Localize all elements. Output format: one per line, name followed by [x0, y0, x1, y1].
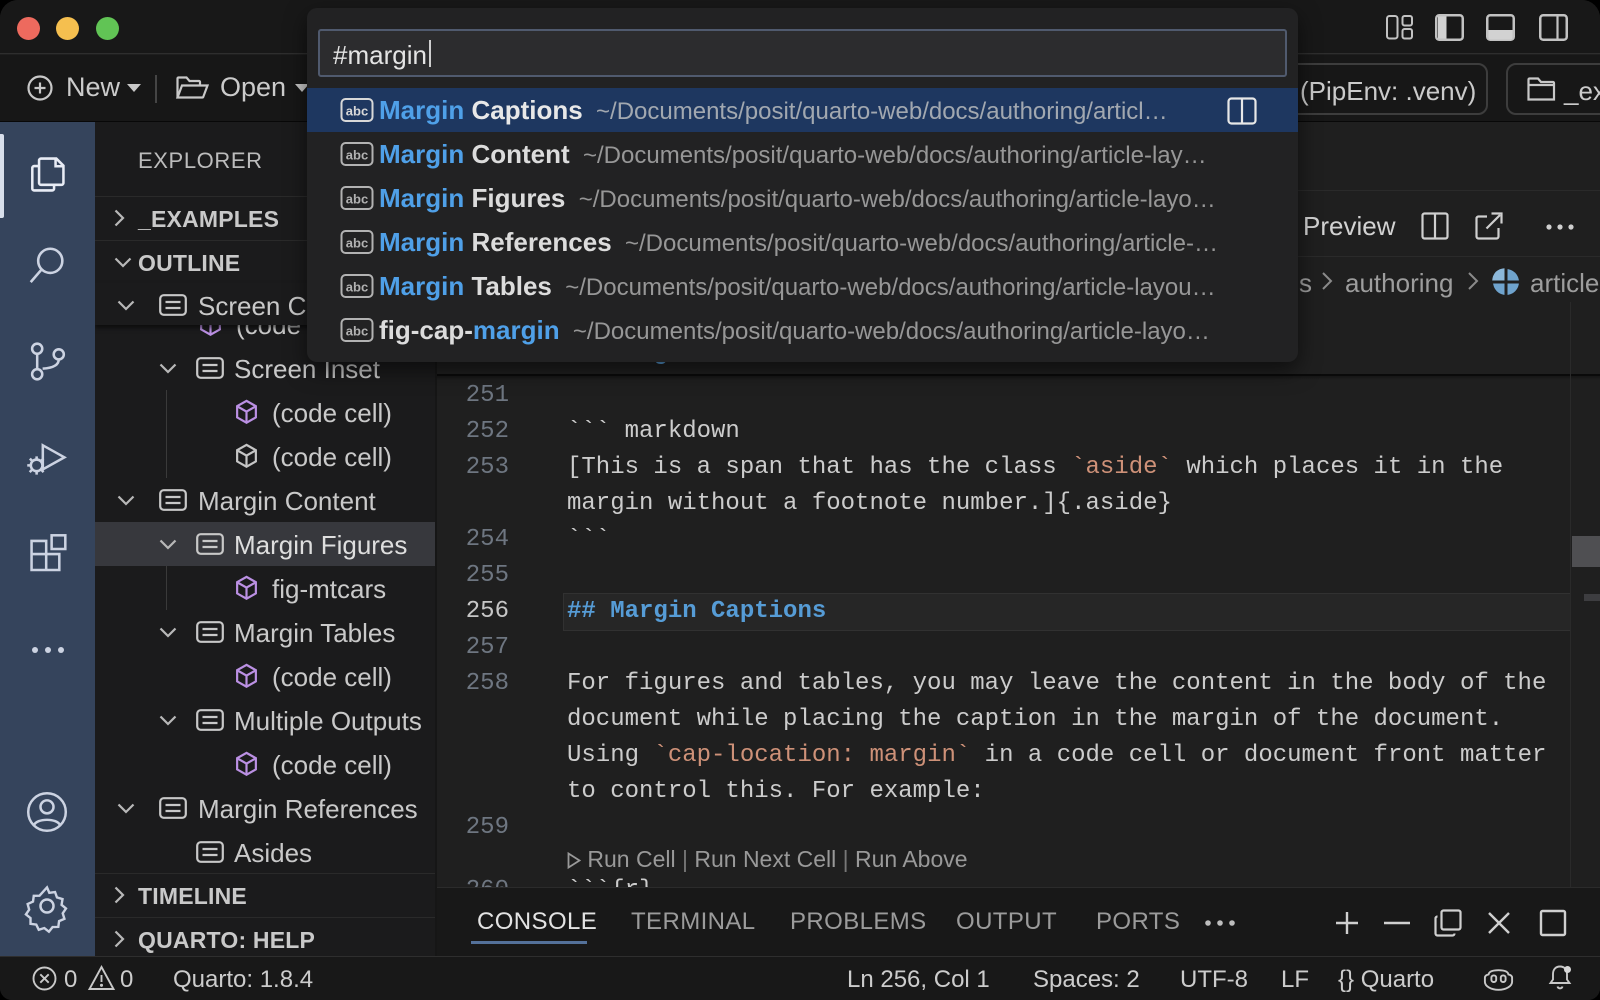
svg-text:abc: abc	[346, 148, 368, 163]
svg-text:abc: abc	[346, 104, 368, 119]
svg-text:abc: abc	[346, 192, 368, 207]
svg-text:abc: abc	[346, 280, 368, 295]
svg-text:abc: abc	[346, 324, 368, 339]
svg-text:abc: abc	[346, 236, 368, 251]
